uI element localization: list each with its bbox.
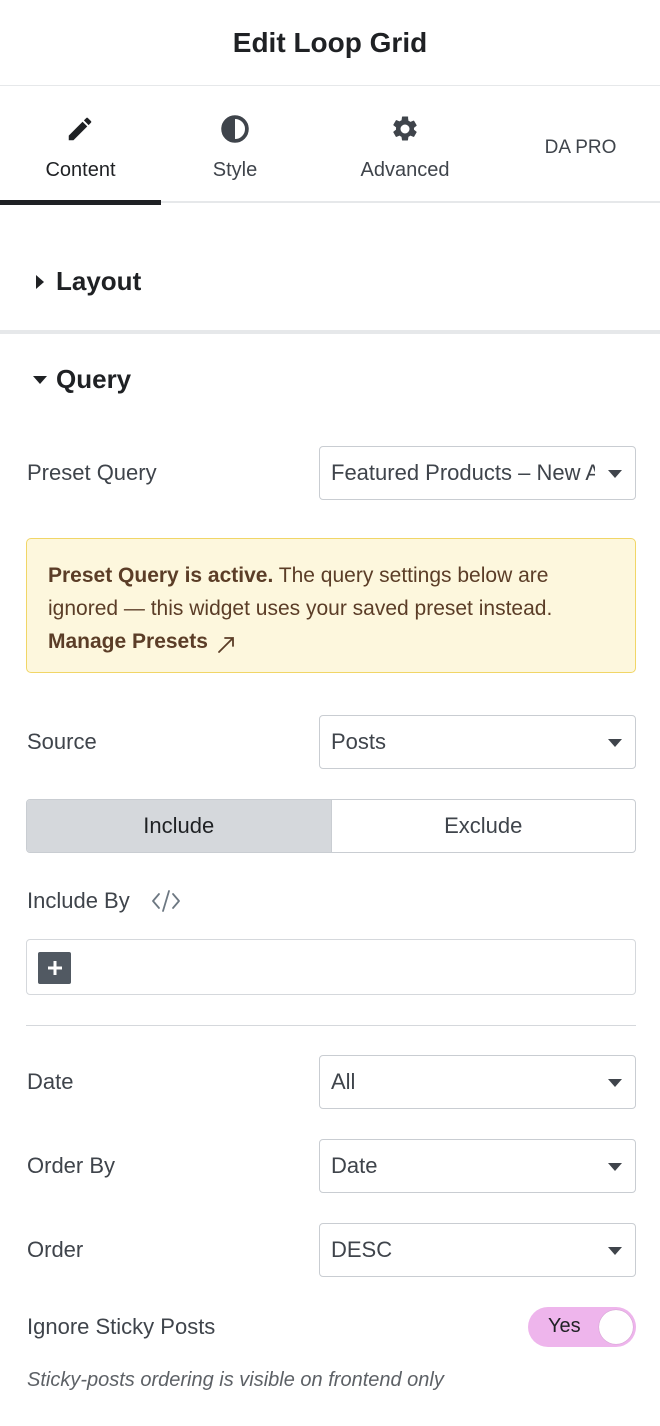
panel-header: Edit Loop Grid bbox=[0, 0, 660, 86]
source-value: Posts bbox=[331, 729, 387, 754]
preset-query-select[interactable]: Featured Products – New Arrivals bbox=[319, 446, 636, 500]
toggle-knob bbox=[599, 1310, 633, 1344]
include-button[interactable]: Include bbox=[27, 800, 331, 852]
include-by-field bbox=[26, 939, 636, 995]
tab-style-label: Style bbox=[212, 159, 258, 181]
preset-query-label: Preset Query bbox=[27, 460, 157, 485]
half-circle-icon bbox=[217, 111, 253, 147]
gear-icon bbox=[387, 111, 423, 147]
tab-content-label: Content bbox=[45, 159, 116, 181]
tab-da-pro-label: DA PRO bbox=[544, 137, 617, 158]
layout-section: Layout bbox=[0, 204, 660, 330]
exclude-button[interactable]: Exclude bbox=[330, 800, 636, 852]
panel-tabs: Content Style Advanced DA PRO bbox=[0, 87, 660, 205]
page-title: Edit Loop Grid bbox=[232, 26, 428, 58]
query-section-title: Query bbox=[56, 364, 132, 394]
code-icon[interactable] bbox=[150, 888, 182, 914]
external-arrow-icon bbox=[216, 632, 236, 653]
tab-style[interactable]: Style bbox=[161, 87, 309, 203]
chevron-down-icon bbox=[607, 1244, 623, 1256]
include-exclude-switcher: Include Exclude bbox=[26, 799, 636, 853]
chevron-down-icon bbox=[607, 1076, 623, 1088]
order-select[interactable]: DESC bbox=[319, 1223, 636, 1277]
preset-query-value: Featured Products – New Arrivals bbox=[331, 460, 595, 485]
query-section-toggle[interactable]: Query bbox=[30, 364, 131, 395]
section-divider bbox=[0, 330, 660, 334]
divider bbox=[26, 1025, 636, 1026]
tab-da-pro[interactable]: DA PRO bbox=[501, 87, 660, 203]
chevron-down-icon bbox=[607, 736, 623, 748]
tab-content[interactable]: Content bbox=[0, 87, 161, 205]
toggle-state-text: Yes bbox=[548, 1315, 581, 1337]
date-value: All bbox=[331, 1069, 356, 1094]
tab-advanced[interactable]: Advanced bbox=[309, 87, 501, 203]
order-by-select[interactable]: Date bbox=[319, 1139, 636, 1193]
add-include-button[interactable] bbox=[38, 952, 71, 984]
layout-section-title: Layout bbox=[56, 266, 142, 296]
chevron-down-icon bbox=[607, 467, 623, 479]
order-by-value: Date bbox=[331, 1153, 378, 1178]
order-by-label: Order By bbox=[27, 1153, 116, 1178]
include-by-label: Include By bbox=[27, 888, 130, 913]
pencil-icon bbox=[62, 111, 98, 147]
order-value: DESC bbox=[331, 1237, 393, 1262]
caret-right-icon bbox=[30, 272, 50, 292]
date-label: Date bbox=[27, 1069, 74, 1094]
manage-presets-label: Manage Presets bbox=[48, 630, 208, 653]
layout-section-toggle[interactable]: Layout bbox=[30, 266, 141, 297]
source-select[interactable]: Posts bbox=[319, 715, 636, 769]
notice-bold-text: Preset Query is active. bbox=[48, 564, 274, 587]
ignore-sticky-toggle[interactable]: Yes bbox=[528, 1307, 636, 1347]
tab-advanced-label: Advanced bbox=[360, 159, 450, 181]
source-label: Source bbox=[27, 729, 97, 754]
chevron-down-icon bbox=[607, 1160, 623, 1172]
plus-icon bbox=[47, 961, 62, 975]
sticky-hint: Sticky-posts ordering is visible on fron… bbox=[27, 1369, 444, 1391]
order-label: Order bbox=[27, 1237, 84, 1262]
caret-down-icon bbox=[30, 370, 50, 390]
date-select[interactable]: All bbox=[319, 1055, 636, 1109]
preset-active-notice: Preset Query is active. The query settin… bbox=[26, 538, 636, 673]
ignore-sticky-label: Ignore Sticky Posts bbox=[27, 1314, 216, 1339]
manage-presets-link[interactable]: Manage Presets bbox=[48, 625, 236, 658]
